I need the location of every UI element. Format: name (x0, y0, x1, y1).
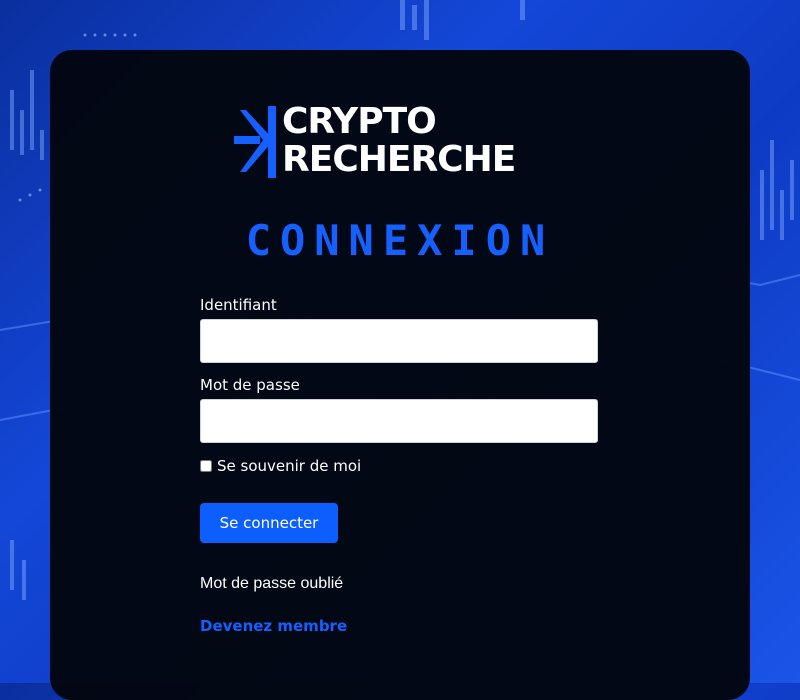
username-input[interactable] (200, 319, 598, 363)
username-label: Identifiant (200, 296, 277, 314)
page-title: CONNEXION (245, 216, 555, 265)
remember-me-checkbox[interactable] (200, 460, 212, 472)
logo-mark-icon (234, 106, 276, 178)
remember-me-row: Se souvenir de moi (200, 457, 361, 475)
login-button[interactable]: Se connecter (200, 503, 338, 543)
logo-line-2: RECHERCHE (282, 139, 516, 180)
crypto-recherche-logo: CRYPTO RECHERCHE (234, 104, 574, 180)
become-member-link[interactable]: Devenez membre (200, 617, 347, 635)
forgot-password-link[interactable]: Mot de passe oublié (200, 575, 343, 593)
password-label: Mot de passe (200, 376, 300, 394)
logo-line-1: CRYPTO (282, 101, 437, 142)
password-input[interactable] (200, 399, 598, 443)
remember-me-label: Se souvenir de moi (217, 457, 362, 475)
